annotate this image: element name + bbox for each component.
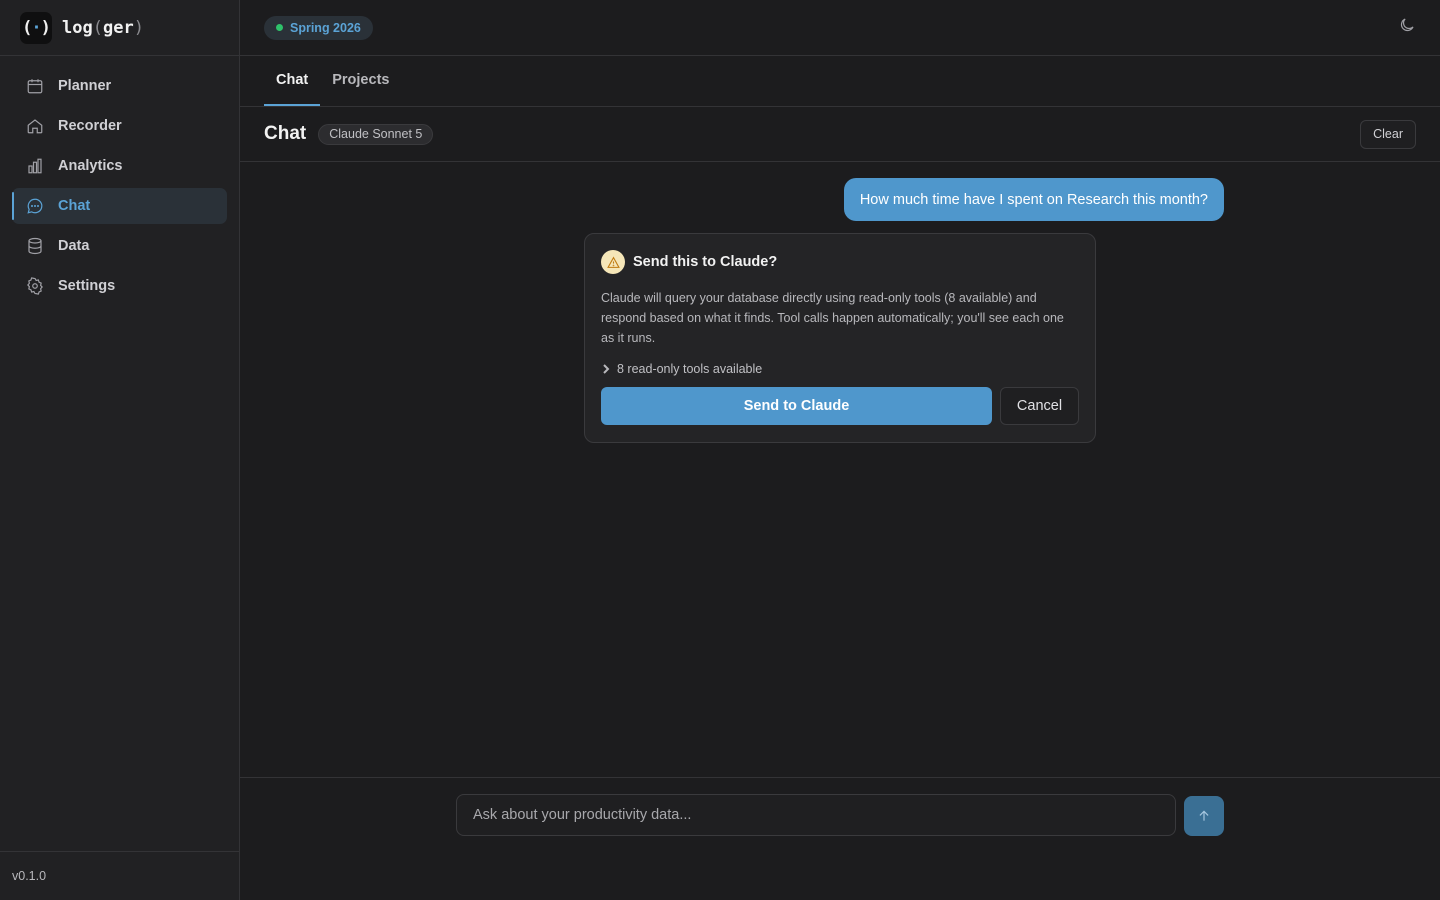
sidebar-item-label: Planner xyxy=(58,78,112,94)
sidebar-nav: Planner Recorder Analytics Chat Data Set… xyxy=(0,56,239,316)
confirm-header: Send this to Claude? xyxy=(601,250,1079,274)
sidebar-item-label: Recorder xyxy=(58,118,122,134)
semester-label: Spring 2026 xyxy=(290,20,361,35)
home-icon xyxy=(27,119,43,134)
live-status-dot xyxy=(276,24,283,31)
sidebar: (·) log(ger) Planner Recorder Analytics … xyxy=(0,0,240,900)
app-name-main: log xyxy=(62,17,93,38)
sidebar-item-label: Chat xyxy=(58,198,91,214)
tab-bar: Chat Projects xyxy=(240,56,1440,107)
main-panel: Spring 2026 Chat Projects Chat Claude So… xyxy=(240,0,1440,900)
app-root: (·) log(ger) Planner Recorder Analytics … xyxy=(0,0,1440,900)
page-title: Chat xyxy=(264,123,307,144)
tab-chat[interactable]: Chat xyxy=(264,56,321,106)
calendar-icon xyxy=(27,79,43,94)
app-logo-icon: (·) xyxy=(20,11,52,44)
confirm-description: Claude will query your database directly… xyxy=(601,291,1064,345)
sidebar-item-label: Settings xyxy=(58,278,116,294)
moon-icon xyxy=(1400,18,1414,32)
app-version: v0.1.0 xyxy=(0,851,239,900)
sidebar-item-planner[interactable]: Planner xyxy=(12,68,227,104)
app-name: log(ger) xyxy=(62,18,144,38)
send-to-claude-button[interactable]: Send to Claude xyxy=(601,387,992,425)
tab-projects[interactable]: Projects xyxy=(320,56,401,106)
sidebar-item-settings[interactable]: Settings xyxy=(12,268,227,304)
sidebar-item-data[interactable]: Data xyxy=(12,228,227,264)
brand[interactable]: (·) log(ger) xyxy=(0,0,239,56)
bar-chart-icon xyxy=(28,158,42,174)
sidebar-item-analytics[interactable]: Analytics xyxy=(12,148,227,184)
cancel-button[interactable]: Cancel xyxy=(1000,387,1079,425)
clear-button[interactable]: Clear xyxy=(1360,119,1416,149)
warning-icon xyxy=(601,250,625,274)
theme-toggle-button[interactable] xyxy=(1398,16,1416,39)
logo-dot: · xyxy=(31,17,41,38)
send-confirmation-card: Send this to Claude? Claude will query y… xyxy=(584,233,1096,443)
send-message-button[interactable] xyxy=(1184,796,1224,836)
semester-badge[interactable]: Spring 2026 xyxy=(264,15,373,40)
topbar: Spring 2026 xyxy=(240,0,1440,56)
chat-header: Chat Claude Sonnet 5 Clear xyxy=(240,107,1440,162)
gear-icon xyxy=(27,277,43,295)
app-name-paren-close: ) xyxy=(133,17,144,38)
sidebar-item-label: Data xyxy=(58,238,90,254)
app-name-inner: ger xyxy=(102,17,134,38)
chat-title-group: Chat Claude Sonnet 5 xyxy=(264,123,434,145)
app-name-paren-open: ( xyxy=(92,17,103,38)
chat-message-input[interactable] xyxy=(456,794,1176,836)
logo-paren-right: ) xyxy=(40,17,51,38)
tools-toggle-label: 8 read-only tools available xyxy=(617,362,763,376)
sidebar-item-recorder[interactable]: Recorder xyxy=(12,108,227,144)
confirm-title: Send this to Claude? xyxy=(633,254,778,270)
model-badge: Claude Sonnet 5 xyxy=(318,123,434,145)
message-composer xyxy=(240,777,1440,900)
warning-triangle-icon xyxy=(606,256,620,268)
chat-bubble-icon xyxy=(27,198,43,214)
sidebar-item-label: Analytics xyxy=(58,158,123,174)
database-icon xyxy=(28,237,42,255)
user-message-bubble: How much time have I spent on Research t… xyxy=(843,178,1224,221)
sidebar-item-chat[interactable]: Chat xyxy=(12,188,227,224)
logo-paren-left: ( xyxy=(22,17,32,38)
arrow-up-icon xyxy=(1199,810,1209,821)
confirm-actions: Send to Claude Cancel xyxy=(601,387,1079,425)
chevron-right-icon xyxy=(603,364,610,374)
tools-disclosure-toggle[interactable]: 8 read-only tools available xyxy=(601,362,1079,376)
